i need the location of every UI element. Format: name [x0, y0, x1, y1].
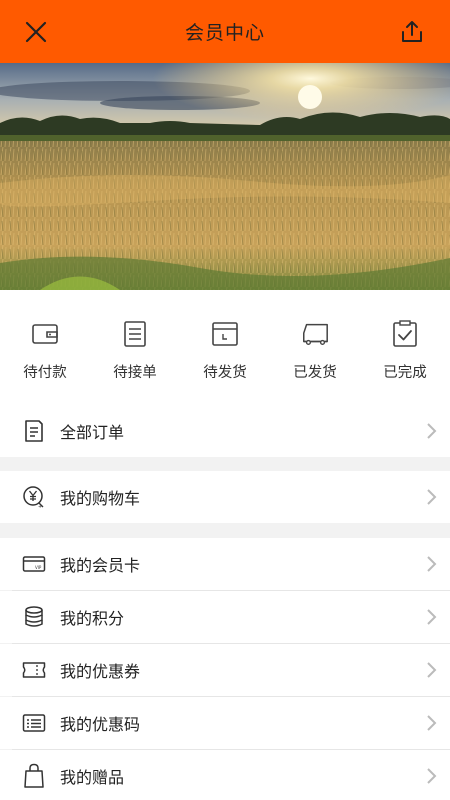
status-awaiting-shipment[interactable]: 待发货	[180, 290, 270, 405]
menu-promo-codes[interactable]: 我的优惠码	[0, 697, 450, 749]
share-button[interactable]	[382, 0, 442, 63]
cart-yen-icon: +	[23, 486, 44, 509]
svg-text:VIP: VIP	[35, 565, 42, 570]
status-label: 已完成	[383, 365, 427, 381]
menu-label: 我的积分	[60, 609, 125, 628]
status-label: 待接单	[113, 365, 157, 381]
menu-label: 我的优惠码	[60, 715, 141, 734]
chevron-right-icon	[427, 423, 437, 439]
status-label: 已发货	[293, 365, 337, 381]
status-awaiting-acceptance[interactable]: 待接单	[90, 290, 180, 405]
menu-label: 我的购物车	[60, 489, 141, 508]
order-status-bar: 待付款 待接单 待发货 已发货 已完成	[0, 290, 450, 405]
status-label: 待付款	[23, 365, 67, 381]
top-bar: 会员中心	[0, 0, 450, 63]
menu-all-orders[interactable]: 全部订单	[0, 405, 450, 457]
menu-cart[interactable]: + 我的购物车	[0, 471, 450, 523]
vip-card-icon: VIP	[22, 556, 46, 572]
clipboard-check-icon	[393, 320, 417, 347]
code-list-icon	[22, 714, 46, 732]
menu-label: 我的会员卡	[60, 556, 141, 575]
svg-text:+: +	[38, 504, 42, 509]
chevron-right-icon	[427, 768, 437, 784]
close-icon	[25, 21, 47, 42]
status-completed[interactable]: 已完成	[360, 290, 450, 405]
chevron-right-icon	[427, 609, 437, 625]
document-list-icon	[124, 321, 146, 347]
banner-image	[0, 63, 450, 290]
package-icon	[212, 322, 238, 346]
status-label: 待发货	[203, 365, 247, 381]
coupon-icon	[22, 662, 46, 678]
coins-icon	[25, 606, 43, 627]
order-list-icon	[25, 420, 43, 442]
status-shipped[interactable]: 已发货	[270, 290, 360, 405]
share-icon	[402, 20, 422, 42]
menu-label: 我的优惠券	[60, 662, 141, 681]
wallet-icon	[32, 324, 58, 344]
menu-points[interactable]: 我的积分	[0, 591, 450, 643]
menu-gifts[interactable]: 我的赠品	[0, 750, 450, 800]
chevron-right-icon	[427, 715, 437, 731]
chevron-right-icon	[427, 489, 437, 505]
menu-label: 全部订单	[60, 423, 125, 442]
menu-member-card[interactable]: VIP 我的会员卡	[0, 538, 450, 590]
menu-label: 我的赠品	[60, 768, 125, 787]
chevron-right-icon	[427, 556, 437, 572]
gift-bag-icon	[24, 763, 44, 788]
status-pending-payment[interactable]: 待付款	[0, 290, 90, 405]
truck-icon	[303, 323, 328, 345]
page-title: 会员中心	[184, 22, 265, 44]
chevron-right-icon	[427, 662, 437, 678]
close-button[interactable]	[6, 0, 66, 63]
menu-coupons[interactable]: 我的优惠券	[0, 644, 450, 696]
